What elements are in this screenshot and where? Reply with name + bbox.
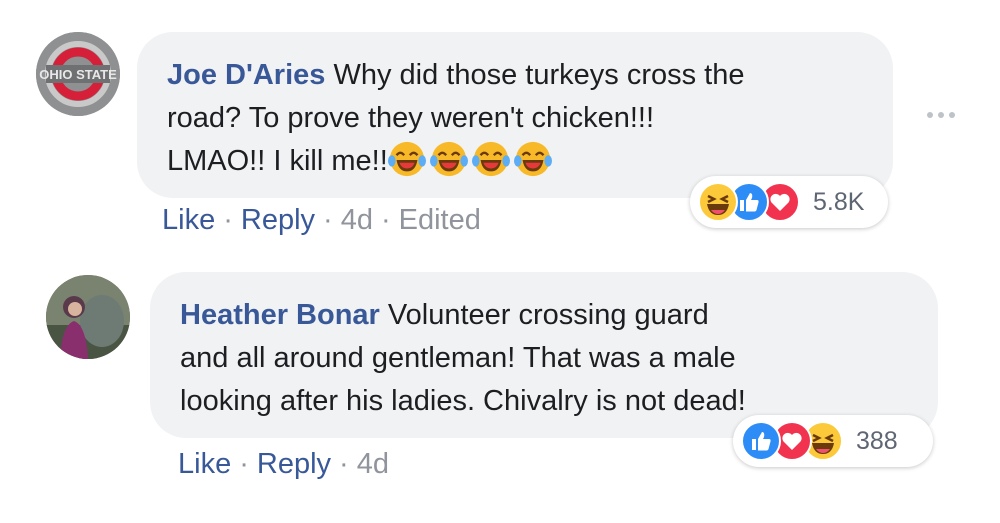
- reactions-summary[interactable]: 5.8K: [690, 176, 888, 228]
- comment-text-line: Volunteer crossing guard: [387, 299, 709, 331]
- comment: OHIO STATE Joe D'Aries Why did those tur…: [0, 0, 1000, 250]
- comment-text-line: road? To prove they weren't chicken!!!: [167, 102, 654, 134]
- avatar[interactable]: OHIO STATE: [36, 32, 120, 116]
- reaction-count: 5.8K: [813, 187, 865, 216]
- haha-icon: [698, 182, 738, 222]
- reaction-count: 388: [856, 426, 898, 455]
- edited-label[interactable]: Edited: [399, 204, 481, 236]
- reply-link[interactable]: Reply: [241, 204, 315, 236]
- avatar[interactable]: [46, 275, 130, 359]
- comment-bubble: Joe D'Aries Why did those turkeys cross …: [137, 32, 893, 198]
- separator: ·: [223, 204, 233, 236]
- author-name[interactable]: Heather Bonar: [180, 299, 380, 331]
- separator: ·: [380, 204, 391, 236]
- reply-link[interactable]: Reply: [257, 448, 331, 480]
- like-link[interactable]: Like: [178, 448, 231, 480]
- comment-bubble: Heather Bonar Volunteer crossing guard a…: [150, 272, 938, 438]
- timestamp[interactable]: 4d: [357, 448, 389, 480]
- reactions-summary[interactable]: 388: [733, 415, 933, 467]
- ohio-state-logo-icon: OHIO STATE: [36, 32, 120, 116]
- comment-actions: Like · Reply · 4d · Edited: [162, 204, 481, 237]
- comment: Heather Bonar Volunteer crossing guard a…: [0, 250, 1000, 523]
- like-icon: [741, 421, 781, 461]
- joy-emoji-icon: [513, 141, 552, 177]
- timestamp[interactable]: 4d: [341, 204, 373, 236]
- comment-text-line: and all around gentleman! That was a mal…: [180, 342, 736, 374]
- profile-photo-icon: [46, 275, 130, 359]
- comment-text-line: Why did those turkeys cross the: [333, 59, 745, 91]
- like-link[interactable]: Like: [162, 204, 215, 236]
- comment-actions: Like · Reply · 4d: [178, 448, 389, 481]
- separator: ·: [339, 448, 349, 480]
- comment-text-line: LMAO!! I kill me!!: [167, 145, 388, 177]
- svg-text:OHIO STATE: OHIO STATE: [39, 67, 117, 82]
- more-options-icon[interactable]: [919, 105, 963, 125]
- joy-emoji-icon: [429, 141, 468, 177]
- separator: ·: [323, 204, 333, 236]
- separator: ·: [239, 448, 249, 480]
- author-name[interactable]: Joe D'Aries: [167, 59, 325, 91]
- joy-emoji-icon: [387, 141, 426, 177]
- joy-emoji-icon: [471, 141, 510, 177]
